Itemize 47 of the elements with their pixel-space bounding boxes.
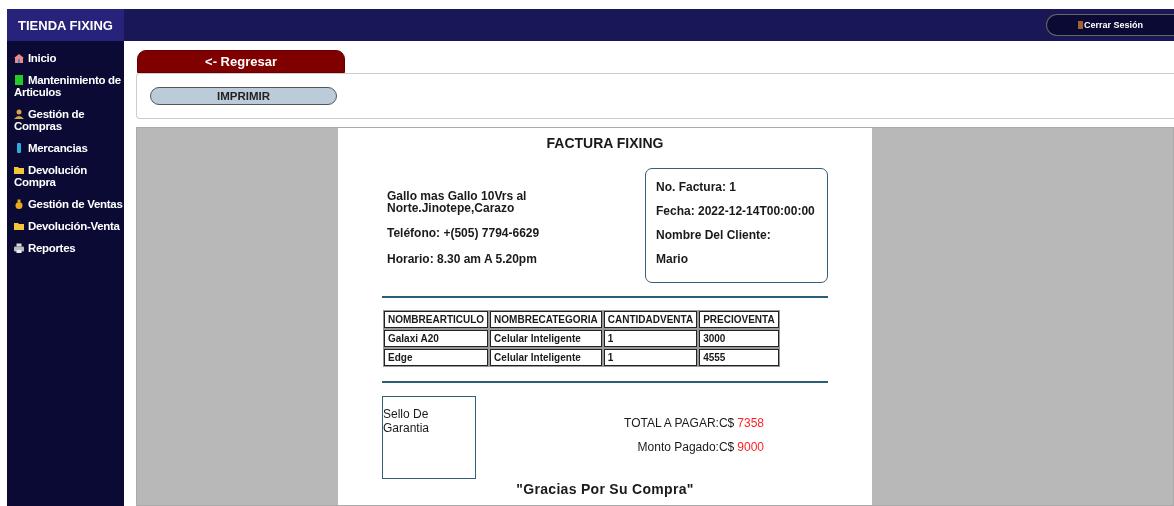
seal-label: Sello De Garantia xyxy=(383,407,430,435)
sidebar-item[interactable]: Gestión de Ventas xyxy=(14,198,124,210)
hours-text: Horario: 8.30 am A 5.20pm xyxy=(387,252,538,266)
column-header: PRECIOVENTA xyxy=(699,311,779,328)
sidebar-item[interactable]: Devolución-Venta xyxy=(14,220,124,232)
table-cell: Celular Inteligente xyxy=(490,330,602,347)
thanks-text: "Gracias Por Su Compra" xyxy=(515,481,695,497)
detail-text: Mario xyxy=(656,252,689,266)
money-bag-icon xyxy=(14,199,24,209)
total-amount: 9000 xyxy=(737,440,764,454)
total-label: Monto Pagado:C$ xyxy=(637,440,735,454)
phone-icon xyxy=(14,143,24,153)
column-header: NOMBREARTICULO xyxy=(384,311,489,328)
door-icon xyxy=(1078,21,1083,29)
invoice-title: FACTURA FIXING xyxy=(545,135,665,151)
column-header: CANTIDADVENTA xyxy=(603,311,698,328)
detail-text: Fecha: 2022-12-14T00:00:00 xyxy=(656,204,816,218)
sidebar-item[interactable]: Reportes xyxy=(14,242,124,254)
table-cell: Edge xyxy=(384,349,489,366)
column-header: NOMBRECATEGORIA xyxy=(490,311,602,328)
printer-icon xyxy=(14,243,24,253)
folder-icon xyxy=(14,165,24,175)
table-cell: Galaxi A20 xyxy=(384,330,489,347)
back-button[interactable]: <- Regresar xyxy=(137,50,345,73)
table-cell: 1 xyxy=(603,349,698,366)
sidebar-item[interactable]: Inicio xyxy=(14,52,124,64)
sidebar-item[interactable]: Mercancias xyxy=(14,142,124,154)
sidebar-item[interactable]: Devolución Compra xyxy=(14,164,124,188)
table-cell: 3000 xyxy=(699,330,779,347)
print-button[interactable]: IMPRIMIR xyxy=(150,87,337,105)
address-text: Gallo mas Gallo 10Vrs al Norte.Jinotepe,Carazo xyxy=(387,190,528,214)
phone-text: Teléfono: +(505) 7794-6629 xyxy=(387,226,540,240)
person-icon xyxy=(14,109,24,119)
detail-text: Nombre Del Cliente: xyxy=(656,228,772,242)
sidebar-item[interactable]: Gestión de Compras xyxy=(14,108,124,132)
detail-text: No. Factura: 1 xyxy=(656,180,737,194)
total-label: TOTAL A PAGAR:C$ xyxy=(624,416,735,430)
sidebar-item[interactable]: Mantenimiento de Articulos xyxy=(14,74,124,98)
house-icon xyxy=(14,53,24,63)
brand-title: TIENDA FIXING xyxy=(7,9,124,41)
book-icon xyxy=(14,75,24,85)
logout-button[interactable]: Cerrar Sesión xyxy=(1046,14,1174,36)
table-cell: 4555 xyxy=(699,349,779,366)
table-cell: Celular Inteligente xyxy=(490,349,602,366)
folder-icon xyxy=(14,221,24,231)
total-amount: 7358 xyxy=(737,416,764,430)
table-cell: 1 xyxy=(603,330,698,347)
